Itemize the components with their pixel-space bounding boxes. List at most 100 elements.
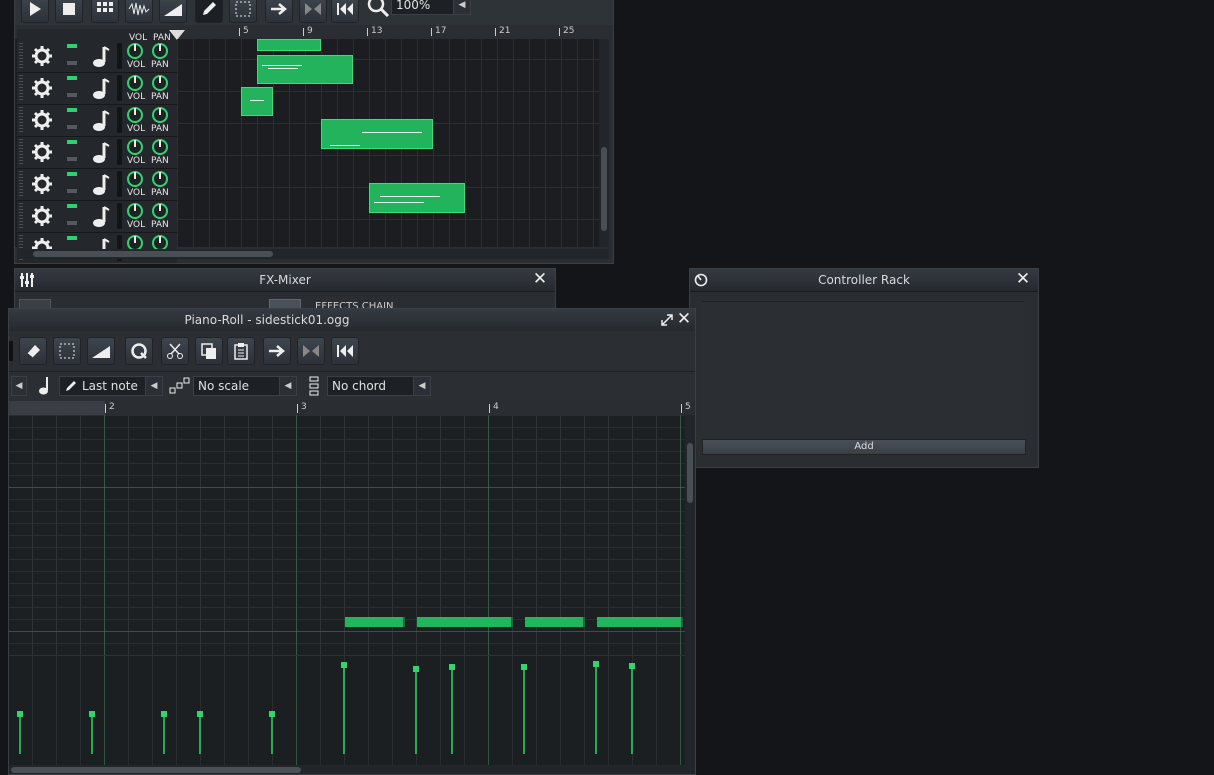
mute-toggle[interactable] xyxy=(67,44,77,48)
solo-toggle[interactable] xyxy=(67,93,77,97)
volume-knob[interactable] xyxy=(125,201,145,221)
chevron-left-icon[interactable]: ◀ xyxy=(11,376,27,396)
play-button[interactable] xyxy=(21,0,49,23)
velocity-bar[interactable] xyxy=(197,711,203,754)
note[interactable] xyxy=(345,617,405,627)
erase-mode-button[interactable] xyxy=(19,337,47,365)
note-icon[interactable] xyxy=(91,174,111,196)
velocity-bar[interactable] xyxy=(89,711,95,754)
song-vertical-scrollbar[interactable] xyxy=(599,39,609,247)
note-icon[interactable] xyxy=(91,110,111,132)
stop-behaviour-button[interactable] xyxy=(331,337,359,365)
gear-icon[interactable] xyxy=(31,109,53,131)
scrollbar-thumb[interactable] xyxy=(11,767,301,773)
velocity-bar[interactable] xyxy=(161,711,167,754)
track-row[interactable]: VOL PAN xyxy=(17,201,177,233)
solo-toggle[interactable] xyxy=(67,157,77,161)
pan-knob[interactable] xyxy=(150,201,170,221)
piano-roll-horizontal-scrollbar[interactable] xyxy=(9,765,695,774)
scale-combo[interactable]: No scale ◀ xyxy=(193,376,297,396)
pan-knob[interactable] xyxy=(150,137,170,157)
solo-toggle[interactable] xyxy=(67,189,77,193)
scrollbar-thumb[interactable] xyxy=(687,443,693,503)
velocity-lane[interactable] xyxy=(9,655,685,766)
pattern-clip[interactable] xyxy=(369,183,465,213)
gear-icon[interactable] xyxy=(31,77,53,99)
velocity-bar[interactable] xyxy=(449,664,455,754)
controller-rack-titlebar[interactable]: Controller Rack ✕ xyxy=(690,269,1038,292)
track-row[interactable]: VOL PAN xyxy=(17,41,177,73)
note[interactable] xyxy=(417,617,513,627)
add-sample-track-button[interactable] xyxy=(125,0,153,23)
volume-knob[interactable] xyxy=(125,41,145,61)
copy-button[interactable] xyxy=(195,337,223,365)
close-icon[interactable]: ✕ xyxy=(531,270,549,288)
pattern-clip[interactable] xyxy=(257,55,353,84)
track-row[interactable]: VOL PAN xyxy=(17,73,177,105)
draw-mode-button[interactable] xyxy=(195,0,223,23)
piano-roll-vertical-scrollbar[interactable] xyxy=(685,415,695,765)
track-row[interactable]: VOL PAN xyxy=(17,169,177,201)
pattern-clip[interactable] xyxy=(241,87,273,116)
track-grip[interactable] xyxy=(19,139,23,166)
track-grip[interactable] xyxy=(19,171,23,198)
track-grip[interactable] xyxy=(19,203,23,230)
mute-toggle[interactable] xyxy=(67,76,77,80)
auto-scroll-button[interactable] xyxy=(265,0,293,23)
gear-icon[interactable] xyxy=(31,173,53,195)
volume-knob[interactable] xyxy=(125,105,145,125)
stop-button[interactable] xyxy=(55,0,83,23)
velocity-bar[interactable] xyxy=(17,711,23,754)
track-grip[interactable] xyxy=(19,107,23,134)
auto-scroll-button[interactable] xyxy=(263,337,291,365)
track-row[interactable]: VOL PAN xyxy=(17,137,177,169)
select-mode-button[interactable] xyxy=(53,337,81,365)
note[interactable] xyxy=(525,617,585,627)
mute-toggle[interactable] xyxy=(67,140,77,144)
scrollbar-thumb[interactable] xyxy=(601,147,607,231)
chord-combo[interactable]: No chord ◀ xyxy=(327,376,431,396)
stop-behaviour-button[interactable] xyxy=(331,0,359,23)
velocity-bar[interactable] xyxy=(593,661,599,754)
quantize-button[interactable] xyxy=(125,337,153,365)
note-icon[interactable] xyxy=(91,78,111,100)
solo-toggle[interactable] xyxy=(67,61,77,65)
note-icon[interactable] xyxy=(91,142,111,164)
close-icon[interactable]: ✕ xyxy=(1014,270,1032,288)
detune-mode-button[interactable] xyxy=(87,337,115,365)
paste-button[interactable] xyxy=(227,337,255,365)
song-horizontal-scrollbar[interactable] xyxy=(19,249,609,259)
gear-icon[interactable] xyxy=(31,45,53,67)
close-icon[interactable]: ✕ xyxy=(675,310,693,328)
add-beat-track-button[interactable] xyxy=(91,0,119,23)
loop-points-button[interactable] xyxy=(299,0,327,23)
track-row[interactable]: VOL PAN xyxy=(17,105,177,137)
velocity-bar[interactable] xyxy=(413,666,419,754)
pan-knob[interactable] xyxy=(150,169,170,189)
mute-toggle[interactable] xyxy=(67,108,77,112)
pan-knob[interactable] xyxy=(150,41,170,61)
volume-knob[interactable] xyxy=(125,137,145,157)
piano-roll-grid[interactable] xyxy=(9,415,685,655)
pan-knob[interactable] xyxy=(150,73,170,93)
maximize-icon[interactable] xyxy=(661,314,673,326)
pattern-clip[interactable] xyxy=(257,39,321,51)
cut-button[interactable] xyxy=(161,337,189,365)
zoom-combo[interactable]: 100% ◀ xyxy=(391,0,471,15)
velocity-bar[interactable] xyxy=(341,662,347,754)
gear-icon[interactable] xyxy=(31,205,53,227)
volume-knob[interactable] xyxy=(125,73,145,93)
note[interactable] xyxy=(597,617,683,627)
track-grip[interactable] xyxy=(19,43,23,70)
note-icon[interactable] xyxy=(91,46,111,68)
loop-points-button[interactable] xyxy=(297,337,325,365)
solo-toggle[interactable] xyxy=(67,221,77,225)
gear-icon[interactable] xyxy=(31,141,53,163)
song-grid[interactable] xyxy=(177,39,607,247)
velocity-bar[interactable] xyxy=(629,663,635,754)
edit-mode-button[interactable] xyxy=(229,0,257,23)
pattern-clip[interactable] xyxy=(321,119,433,149)
fx-mixer-titlebar[interactable]: FX-Mixer ✕ xyxy=(15,269,555,292)
add-controller-button[interactable]: Add xyxy=(702,439,1026,455)
volume-knob[interactable] xyxy=(125,169,145,189)
